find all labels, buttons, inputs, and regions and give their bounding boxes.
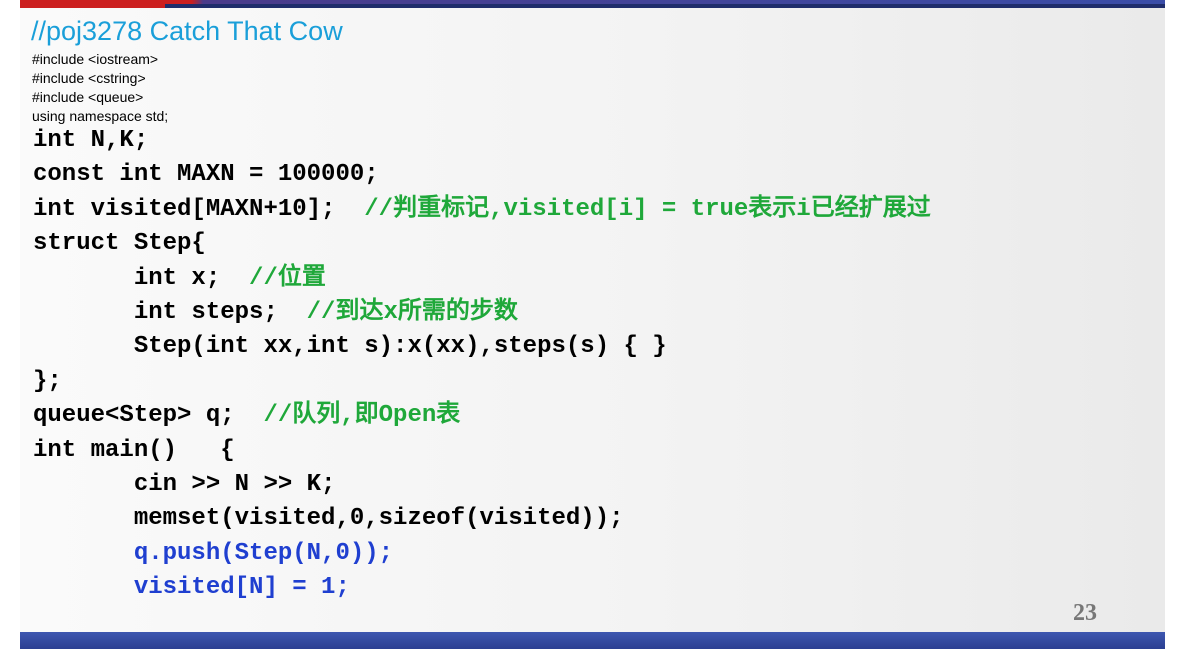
code-line: cin >> N >> K; (33, 468, 931, 502)
code-text: int steps; (33, 298, 307, 326)
slide-title: //poj3278 Catch That Cow (31, 16, 343, 46)
code-line: memset(visited,0,sizeof(visited)); (33, 502, 931, 536)
code-text: int visited[MAXN+10]; (33, 195, 365, 223)
code-text: cin >> N >> K; (33, 470, 336, 498)
code-text: const int MAXN = 100000; (33, 161, 379, 189)
bottom-accent-bar (20, 632, 1165, 649)
code-block: int N,K; const int MAXN = 100000; int vi… (33, 124, 931, 605)
code-line: const int MAXN = 100000; (33, 158, 931, 192)
code-line: struct Step{ (33, 227, 931, 261)
code-line: }; (33, 365, 931, 399)
highlighted-code-line: visited[N] = 1; (33, 574, 350, 602)
highlighted-code-line: q.push(Step(N,0)); (33, 539, 394, 567)
include-line: #include <iostream> (32, 51, 159, 67)
include-block: #include <iostream> #include <cstring> #… (32, 50, 168, 126)
code-comment: //队列,即Open表 (263, 402, 461, 430)
code-comment: //判重标记,visited[i] = true表示i已经扩展过 (364, 195, 931, 223)
code-text: struct Step{ (33, 230, 206, 258)
code-text: memset(visited,0,sizeof(visited)); (33, 505, 624, 533)
code-line: Step(int xx,int s):x(xx),steps(s) { } (33, 330, 931, 364)
code-line: int x; //位置 (33, 262, 931, 296)
page-number: 23 (1073, 600, 1097, 626)
code-line: int N,K; (33, 124, 931, 158)
code-text: Step(int xx,int s):x(xx),steps(s) { } (33, 333, 667, 361)
code-text: int main() { (33, 436, 235, 464)
code-text: queue<Step> q; (33, 402, 264, 430)
code-comment: //到达x所需的步数 (306, 298, 518, 326)
code-line: queue<Step> q; //队列,即Open表 (33, 399, 931, 433)
code-line: int main() { (33, 434, 931, 468)
slide: //poj3278 Catch That Cow #include <iostr… (20, 0, 1165, 649)
top-accent-bar-dark (165, 4, 1165, 8)
include-line: #include <cstring> (32, 70, 146, 86)
code-text: }; (33, 367, 62, 395)
code-text: int x; (33, 264, 250, 292)
code-comment: //位置 (249, 264, 326, 292)
code-line: int visited[MAXN+10]; //判重标记,visited[i] … (33, 193, 931, 227)
code-line: int steps; //到达x所需的步数 (33, 296, 931, 330)
include-line: #include <queue> (32, 89, 144, 105)
code-text: int N,K; (33, 127, 149, 154)
